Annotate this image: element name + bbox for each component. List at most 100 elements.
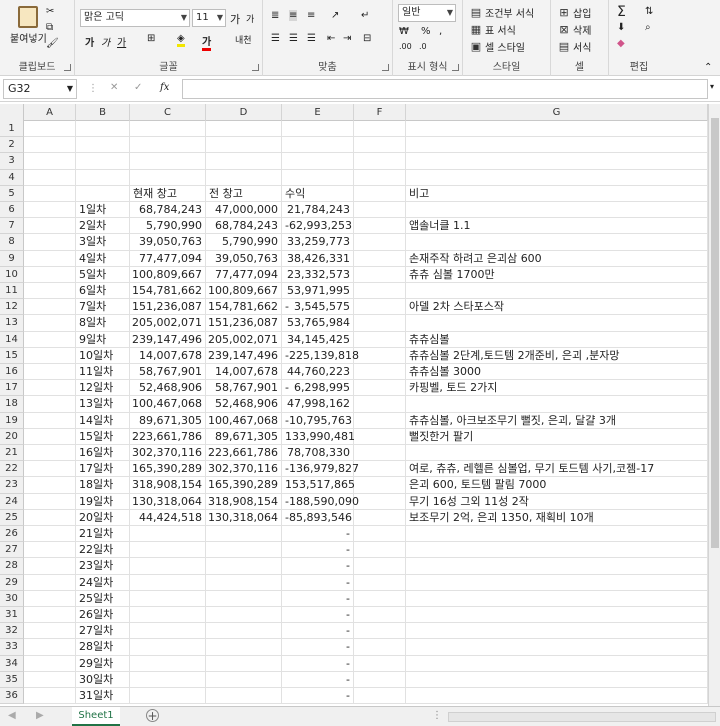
- row-header[interactable]: 29: [0, 574, 24, 591]
- cell-f[interactable]: [354, 283, 406, 300]
- select-all-corner[interactable]: [0, 104, 24, 121]
- note-cell[interactable]: 손재주작 하려고 은괴삼 600: [406, 250, 708, 267]
- expand-formula-icon[interactable]: ▾: [710, 82, 714, 91]
- current-cell[interactable]: 165,390,289: [130, 461, 206, 478]
- cell-a[interactable]: [24, 234, 76, 251]
- cell-a[interactable]: [24, 574, 76, 591]
- prev-cell[interactable]: 68,784,243: [206, 218, 282, 235]
- profit-cell[interactable]: 44,760,223: [282, 364, 354, 381]
- underline-button[interactable]: 가: [117, 34, 126, 49]
- cell-e[interactable]: [282, 121, 354, 138]
- cell-f[interactable]: [354, 153, 406, 170]
- cell-a[interactable]: [24, 315, 76, 332]
- prev-cell[interactable]: 130,318,064: [206, 509, 282, 526]
- note-cell[interactable]: [406, 558, 708, 575]
- cell-a[interactable]: [24, 169, 76, 186]
- day-cell[interactable]: 3일차: [76, 234, 130, 251]
- row-header[interactable]: 34: [0, 655, 24, 672]
- cell-e[interactable]: [282, 137, 354, 154]
- increase-indent-icon[interactable]: ⇥: [343, 33, 351, 44]
- merge-center-icon[interactable]: ⊟: [363, 33, 371, 44]
- cell-f[interactable]: [354, 477, 406, 494]
- cell-g[interactable]: [406, 137, 708, 154]
- current-cell[interactable]: [130, 671, 206, 688]
- conditional-format-button[interactable]: ▤ 조건부 서식: [469, 5, 534, 21]
- paste-button[interactable]: 붙여넣기: [10, 6, 47, 45]
- cell-f[interactable]: [354, 542, 406, 559]
- shrink-font-button[interactable]: 가: [246, 12, 254, 25]
- row-header[interactable]: 25: [0, 509, 24, 526]
- profit-cell[interactable]: -: [282, 542, 354, 559]
- cell-a[interactable]: [24, 283, 76, 300]
- cell-f[interactable]: [354, 412, 406, 429]
- sort-filter-icon[interactable]: ⇅: [645, 6, 653, 17]
- cell-f[interactable]: [354, 574, 406, 591]
- profit-cell[interactable]: 21,784,243: [282, 202, 354, 219]
- note-cell[interactable]: [406, 396, 708, 413]
- note-cell[interactable]: 은괴 600, 토드템 팔림 7000: [406, 477, 708, 494]
- prev-cell[interactable]: 100,809,667: [206, 283, 282, 300]
- profit-cell[interactable]: 53,971,995: [282, 283, 354, 300]
- cell-a[interactable]: [24, 477, 76, 494]
- cell-g[interactable]: [406, 169, 708, 186]
- current-cell[interactable]: 77,477,094: [130, 250, 206, 267]
- day-cell[interactable]: 16일차: [76, 445, 130, 462]
- current-cell[interactable]: 239,147,496: [130, 331, 206, 348]
- cell-d[interactable]: [206, 153, 282, 170]
- cell-f[interactable]: [354, 428, 406, 445]
- cut-icon[interactable]: ✂: [46, 6, 54, 17]
- note-cell[interactable]: 앱솔너클 1.1: [406, 218, 708, 235]
- row-header[interactable]: 1: [0, 121, 24, 138]
- day-cell[interactable]: 7일차: [76, 299, 130, 316]
- current-cell[interactable]: [130, 655, 206, 672]
- header-current[interactable]: 현재 창고: [130, 185, 206, 202]
- cell-a[interactable]: [24, 121, 76, 138]
- prev-cell[interactable]: 165,390,289: [206, 477, 282, 494]
- format-button[interactable]: ▤ 서식: [557, 39, 592, 55]
- day-cell[interactable]: 11일차: [76, 364, 130, 381]
- cell-a[interactable]: [24, 542, 76, 559]
- current-cell[interactable]: 58,767,901: [130, 364, 206, 381]
- cell-g[interactable]: [406, 121, 708, 138]
- header-profit[interactable]: 수익: [282, 185, 354, 202]
- prev-cell[interactable]: 77,477,094: [206, 266, 282, 283]
- autosum-icon[interactable]: Σ: [617, 4, 626, 20]
- prev-cell[interactable]: 5,790,990: [206, 234, 282, 251]
- cell-f[interactable]: [354, 331, 406, 348]
- prev-cell[interactable]: [206, 671, 282, 688]
- note-cell[interactable]: 무기 16성 그외 11성 2작: [406, 493, 708, 510]
- day-cell[interactable]: 23일차: [76, 558, 130, 575]
- note-cell[interactable]: 츄츄심볼 2단계,토드템 2개준비, 은괴 ,분자망: [406, 347, 708, 364]
- cell-d[interactable]: [206, 121, 282, 138]
- current-cell[interactable]: 205,002,071: [130, 315, 206, 332]
- note-cell[interactable]: 츄츄심볼: [406, 331, 708, 348]
- prev-cell[interactable]: [206, 574, 282, 591]
- increase-decimal-icon[interactable]: .00: [399, 42, 412, 51]
- cell-e[interactable]: [282, 153, 354, 170]
- current-cell[interactable]: 44,424,518: [130, 509, 206, 526]
- cell-a[interactable]: [24, 639, 76, 656]
- percent-button[interactable]: %: [421, 26, 431, 37]
- prev-cell[interactable]: 58,767,901: [206, 380, 282, 397]
- name-box[interactable]: G32 ▼: [3, 79, 77, 99]
- cell-a[interactable]: [24, 299, 76, 316]
- row-header[interactable]: 11: [0, 283, 24, 300]
- cell-d[interactable]: [206, 137, 282, 154]
- row-header[interactable]: 3: [0, 153, 24, 170]
- cell-f[interactable]: [354, 169, 406, 186]
- prev-sheet-icon[interactable]: ◀: [8, 710, 16, 721]
- enter-icon[interactable]: ✓: [134, 82, 142, 93]
- cell-f[interactable]: [354, 250, 406, 267]
- header-note[interactable]: 비고: [406, 185, 708, 202]
- prev-cell[interactable]: 239,147,496: [206, 347, 282, 364]
- current-cell[interactable]: 100,467,068: [130, 396, 206, 413]
- column-header-f[interactable]: F: [354, 104, 406, 121]
- current-cell[interactable]: 5,790,990: [130, 218, 206, 235]
- italic-button[interactable]: 가: [101, 34, 110, 49]
- day-cell[interactable]: 15일차: [76, 428, 130, 445]
- prev-cell[interactable]: 52,468,906: [206, 396, 282, 413]
- format-painter-icon[interactable]: 🖌: [46, 38, 59, 49]
- current-cell[interactable]: [130, 623, 206, 640]
- profit-cell[interactable]: -136,979,827: [282, 461, 359, 478]
- delete-button[interactable]: ⊠ 삭제: [557, 22, 591, 38]
